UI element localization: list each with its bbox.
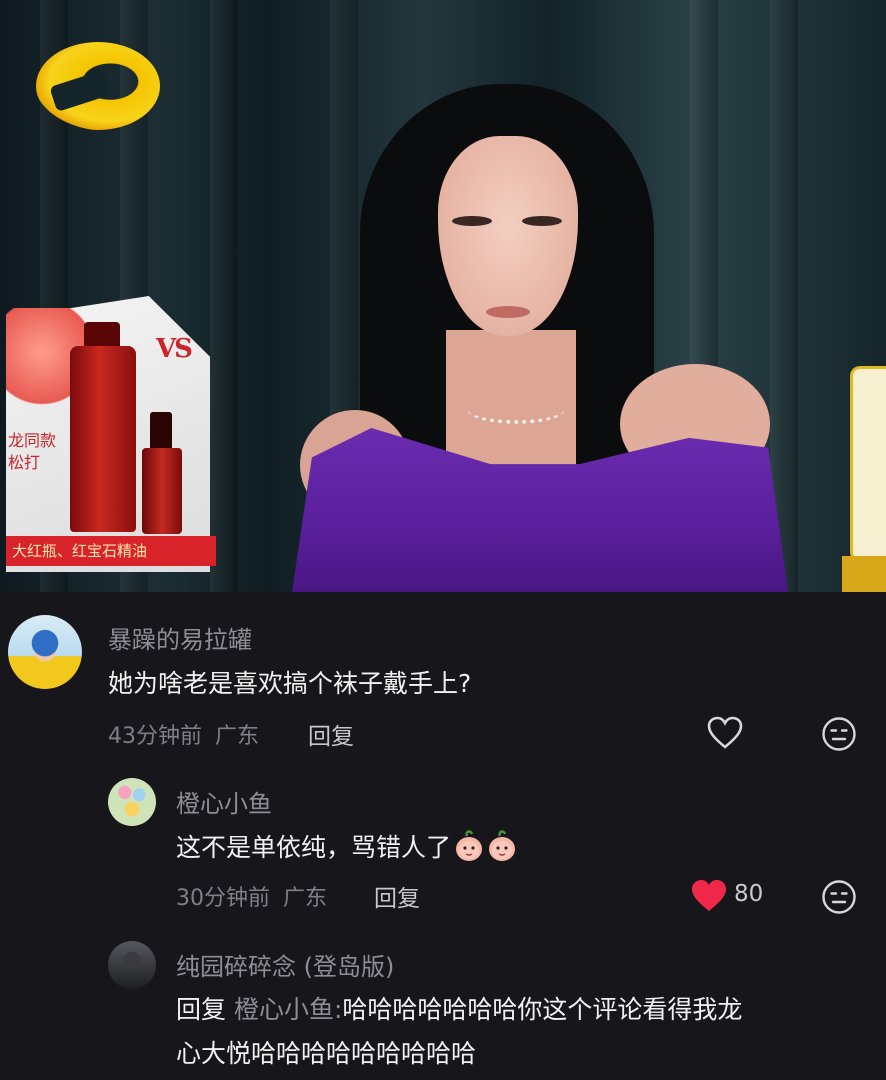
ad-side-line: 龙同款 — [8, 431, 57, 450]
video-player[interactable]: VS 龙同款 松打 大红瓶、红宝石精油 — [0, 0, 886, 592]
person-mouth — [486, 306, 530, 318]
comment-username[interactable]: 橙心小鱼 — [176, 784, 272, 819]
neutral-face-icon — [822, 717, 856, 751]
product-bottle — [70, 346, 136, 532]
comment-text-content: 这不是单依纯，骂错人了 — [176, 833, 452, 862]
person-eye — [522, 216, 562, 226]
person-eye — [452, 216, 492, 226]
like-button[interactable] — [690, 878, 728, 918]
comment-username[interactable]: 暴躁的易拉罐 — [108, 620, 252, 655]
comment-text: 这不是单依纯，骂错人了 — [176, 826, 517, 870]
avatar[interactable] — [108, 778, 156, 826]
person-necklace — [468, 396, 564, 424]
reply-target-username[interactable]: 橙心小鱼: — [234, 995, 342, 1024]
peach-emoji-icon — [456, 830, 483, 861]
product-bottle-cap — [150, 412, 172, 450]
product-bottle — [142, 448, 182, 534]
comment-location: 广东 — [283, 886, 328, 911]
comment-location: 广东 — [215, 724, 260, 749]
reply-prefix: 回复 — [176, 995, 227, 1024]
comment-text-line: 哈哈哈哈哈哈哈你这个评论看得我龙 — [342, 995, 743, 1024]
ad-banner-text: 大红瓶、红宝石精油 — [12, 542, 148, 560]
reply-button[interactable]: 回复 — [374, 879, 420, 913]
heart-outline-icon — [707, 716, 743, 749]
neutral-face-icon — [822, 880, 856, 914]
stage-prop — [850, 366, 886, 562]
heart-filled-icon — [692, 880, 726, 911]
avatar[interactable] — [8, 615, 82, 689]
ad-side-text: 龙同款 松打 — [8, 430, 56, 474]
comment-time: 30分钟前 — [176, 886, 270, 911]
dislike-button[interactable] — [820, 878, 858, 920]
peach-emoji-icon — [489, 830, 516, 861]
like-button[interactable] — [706, 715, 744, 755]
avatar[interactable] — [108, 941, 156, 989]
stage-prop-base — [842, 556, 886, 592]
comment-text-line: 心大悦哈哈哈哈哈哈哈哈哈 — [176, 1039, 477, 1068]
comment-meta: 30分钟前 广东 — [176, 880, 327, 912]
ad-brand-logo: VS — [156, 334, 193, 364]
comment-username[interactable]: 纯园碎碎念 (登岛版) — [176, 947, 394, 982]
reply-button[interactable]: 回复 — [308, 717, 354, 751]
comment-time: 43分钟前 — [108, 724, 202, 749]
dislike-button[interactable] — [820, 715, 858, 757]
comment-text: 她为啥老是喜欢搞个袜子戴手上? — [108, 669, 472, 698]
like-count: 80 — [734, 881, 764, 907]
curtain-fold — [210, 0, 238, 592]
ad-side-line: 松打 — [8, 453, 41, 472]
comment-meta: 43分钟前 广东 — [108, 718, 259, 750]
comment-text: 回复 橙心小鱼:哈哈哈哈哈哈哈你这个评论看得我龙 — [176, 988, 742, 1032]
